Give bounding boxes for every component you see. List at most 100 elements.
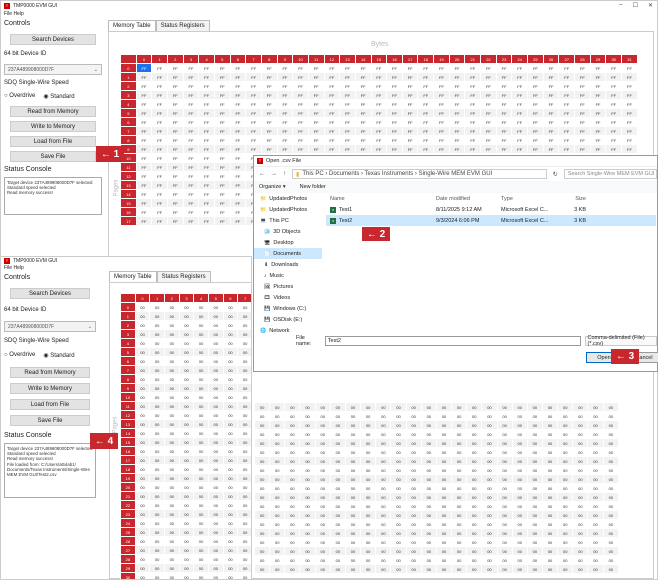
- memory-cell[interactable]: 00: [193, 356, 209, 366]
- memory-cell[interactable]: FF: [574, 144, 591, 154]
- memory-cell[interactable]: FF: [323, 63, 341, 73]
- memory-cell[interactable]: 00: [405, 528, 422, 538]
- memory-cell[interactable]: 00: [526, 411, 543, 421]
- memory-cell[interactable]: 00: [178, 500, 195, 510]
- memory-cell[interactable]: FF: [151, 90, 168, 100]
- memory-cell[interactable]: 00: [375, 528, 392, 538]
- memory-cell[interactable]: 00: [481, 537, 498, 547]
- memory-cell[interactable]: 00: [375, 519, 392, 529]
- memory-cell[interactable]: 00: [163, 365, 180, 375]
- memory-cell[interactable]: 00: [435, 402, 453, 412]
- memory-cell[interactable]: 00: [149, 491, 165, 501]
- memory-cell[interactable]: 00: [237, 464, 251, 474]
- memory-cell[interactable]: FF: [182, 72, 200, 82]
- memory-cell[interactable]: FF: [448, 99, 466, 109]
- memory-cell[interactable]: FF: [166, 72, 184, 82]
- memory-cell[interactable]: 00: [178, 401, 195, 411]
- memory-cell[interactable]: 00: [269, 510, 286, 520]
- memory-cell[interactable]: FF: [448, 90, 466, 100]
- memory-cell[interactable]: FF: [307, 126, 325, 136]
- memory-cell[interactable]: FF: [198, 90, 215, 100]
- memory-cell[interactable]: 00: [557, 555, 574, 565]
- memory-cell[interactable]: 00: [193, 329, 209, 339]
- memory-cell[interactable]: 00: [511, 429, 528, 439]
- memory-cell[interactable]: 00: [178, 527, 195, 537]
- memory-cell[interactable]: 00: [222, 509, 239, 519]
- memory-cell[interactable]: FF: [621, 90, 638, 100]
- memory-cell[interactable]: 00: [207, 536, 224, 546]
- memory-cell[interactable]: 00: [451, 483, 468, 493]
- memory-cell[interactable]: 00: [163, 572, 180, 579]
- memory-cell[interactable]: 00: [329, 564, 346, 574]
- memory-cell[interactable]: FF: [558, 63, 576, 73]
- memory-cell[interactable]: 00: [207, 527, 224, 537]
- memory-cell[interactable]: FF: [589, 72, 607, 82]
- memory-cell[interactable]: FF: [621, 126, 638, 136]
- memory-cell[interactable]: FF: [323, 90, 341, 100]
- memory-cell[interactable]: FF: [574, 63, 591, 73]
- memory-cell[interactable]: 00: [163, 545, 180, 555]
- memory-cell[interactable]: FF: [245, 117, 262, 127]
- memory-cell[interactable]: 00: [420, 465, 437, 475]
- back-arrow-icon[interactable]: ←: [259, 171, 265, 177]
- memory-cell[interactable]: FF: [276, 108, 294, 118]
- memory-cell[interactable]: FF: [323, 135, 341, 145]
- memory-cell[interactable]: 00: [134, 464, 151, 474]
- memory-cell[interactable]: FF: [182, 207, 200, 217]
- memory-cell[interactable]: FF: [276, 117, 294, 127]
- memory-cell[interactable]: 00: [602, 447, 620, 457]
- memory-cell[interactable]: 00: [163, 464, 180, 474]
- memory-cell[interactable]: FF: [480, 144, 497, 154]
- memory-cell[interactable]: FF: [323, 81, 341, 91]
- memory-cell[interactable]: FF: [213, 162, 231, 172]
- memory-cell[interactable]: 00: [163, 428, 180, 438]
- memory-cell[interactable]: FF: [166, 90, 184, 100]
- memory-cell[interactable]: 00: [329, 510, 346, 520]
- memory-cell[interactable]: FF: [527, 135, 544, 145]
- memory-cell[interactable]: 00: [360, 465, 377, 475]
- memory-cell[interactable]: 00: [360, 411, 377, 421]
- memory-cell[interactable]: 00: [496, 492, 513, 502]
- memory-cell[interactable]: 00: [405, 501, 422, 511]
- memory-cell[interactable]: 00: [435, 429, 453, 439]
- memory-cell[interactable]: 00: [163, 527, 180, 537]
- memory-cell[interactable]: 00: [269, 465, 286, 475]
- memory-cell[interactable]: 00: [375, 474, 392, 484]
- memory-cell[interactable]: 00: [526, 429, 543, 439]
- memory-cell[interactable]: FF: [213, 207, 231, 217]
- memory-cell[interactable]: 00: [149, 572, 165, 579]
- memory-cell[interactable]: 00: [541, 420, 559, 430]
- memory-cell[interactable]: 00: [390, 456, 407, 466]
- memory-cell[interactable]: 00: [284, 555, 301, 565]
- memory-cell[interactable]: 00: [541, 456, 559, 466]
- memory-cell[interactable]: 00: [466, 456, 483, 466]
- memory-cell[interactable]: 00: [178, 392, 195, 402]
- memory-cell[interactable]: FF: [433, 108, 450, 118]
- memory-cell[interactable]: FF: [527, 117, 544, 127]
- memory-cell[interactable]: FF: [370, 99, 388, 109]
- memory-cell[interactable]: FF: [198, 180, 215, 190]
- memory-cell[interactable]: 00: [178, 509, 195, 519]
- col-type[interactable]: Type: [501, 196, 556, 202]
- memory-cell[interactable]: 00: [405, 564, 422, 574]
- memory-cell[interactable]: FF: [621, 135, 638, 145]
- memory-cell[interactable]: 00: [178, 491, 195, 501]
- memory-cell[interactable]: 00: [163, 473, 180, 483]
- memory-cell[interactable]: 00: [602, 411, 620, 421]
- memory-cell[interactable]: 00: [299, 510, 316, 520]
- memory-cell[interactable]: 00: [237, 536, 251, 546]
- memory-cell[interactable]: 00: [526, 501, 543, 511]
- memory-cell[interactable]: 00: [526, 456, 543, 466]
- memory-cell[interactable]: FF: [229, 198, 247, 208]
- memory-cell[interactable]: FF: [511, 135, 529, 145]
- memory-cell[interactable]: 00: [299, 492, 316, 502]
- memory-cell[interactable]: FF: [229, 189, 247, 199]
- memory-cell[interactable]: 00: [587, 465, 604, 475]
- memory-cell[interactable]: 00: [149, 446, 165, 456]
- memory-cell[interactable]: 00: [526, 492, 543, 502]
- memory-cell[interactable]: 00: [207, 311, 224, 321]
- memory-cell[interactable]: 00: [375, 420, 392, 430]
- memory-cell[interactable]: 00: [269, 474, 286, 484]
- memory-cell[interactable]: 00: [451, 564, 468, 574]
- memory-cell[interactable]: 00: [193, 509, 209, 519]
